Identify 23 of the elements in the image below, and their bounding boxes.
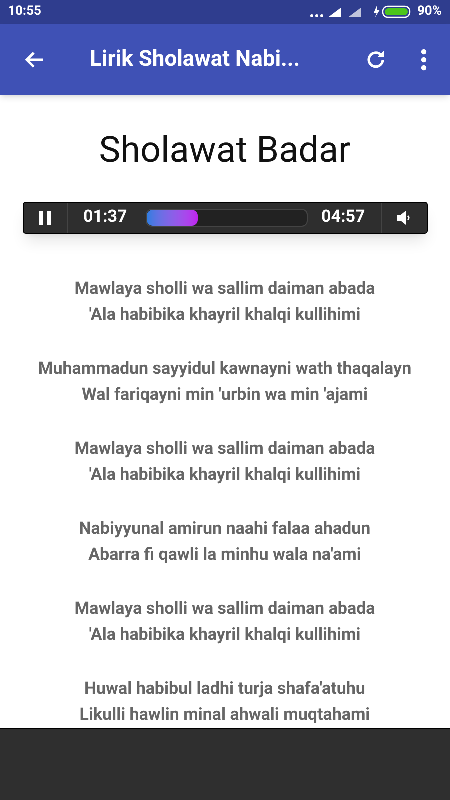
lyric-line: Huwal habibul ladhi turja shafa'atuhu [84,678,366,701]
lyric-line: Mawlaya sholli wa sallim daiman abada [74,278,376,301]
pause-icon [39,211,51,225]
app-title: Lirik Sholawat Nabi... [90,46,302,74]
lyric-line: 'Ala habibika khayril khalqi kullihimi [89,304,361,327]
total-time: 04:57 [322,206,366,230]
lyric-line: Nabiyyunal amirun naahi falaa ahadun [79,518,371,541]
lyric-line: Abarra fi qawli la minhu wala na'ami [88,544,362,567]
lyric-line: 'Ala habibika khayril khalqi kullihimi [89,624,361,647]
lyric-line: Likulli hawlin minal ahwali muqtahami [80,704,370,727]
lyric-line: 'Ala habibika khayril khalqi kullihimi [89,464,361,487]
battery-icon [373,5,414,19]
progress-track[interactable] [146,209,308,227]
lyric-line: Mawlaya sholli wa sallim daiman abada [74,438,376,461]
lyric-line: Muhammadun sayyidul kawnayni wath thaqalayn [38,358,412,381]
more-icon [420,48,428,72]
lyric-line: Mawlaya sholli wa sallim daiman abada [74,598,376,621]
battery-level: 90% [417,3,442,22]
lyric-line: Wal fariqayni min 'urbin wa min 'ajami [82,384,368,407]
elapsed-time: 01:37 [84,206,128,230]
status-time: 10:55 [8,3,42,22]
song-title: Sholawat Badar [99,128,351,172]
speaker-icon [396,210,412,226]
